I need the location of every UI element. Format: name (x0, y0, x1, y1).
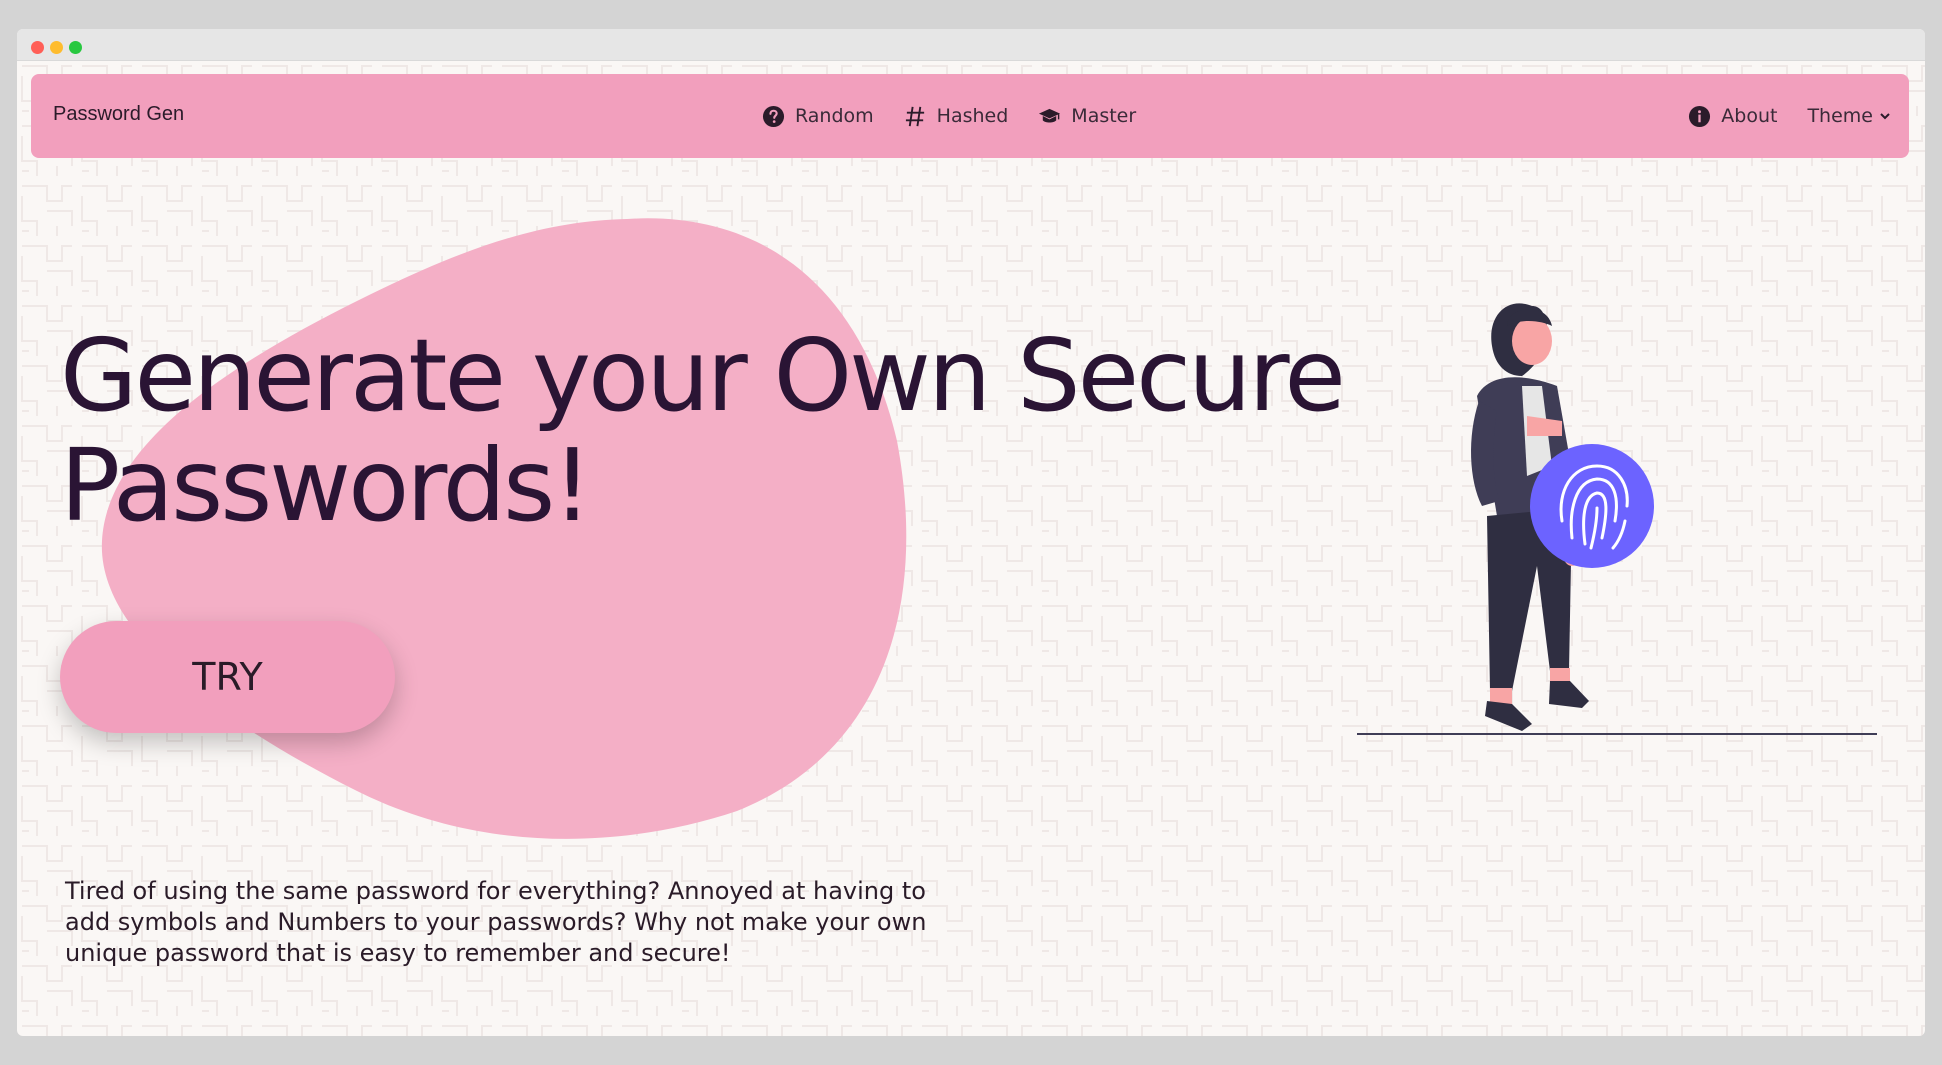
maximize-window-button[interactable] (69, 41, 82, 54)
minimize-window-button[interactable] (50, 41, 63, 54)
hero-headline: Generate your Own Secure Passwords! (60, 317, 1346, 544)
woman-fingerprint-illustration (1357, 303, 1877, 735)
theme-dropdown-label: Theme (1807, 105, 1873, 127)
nav-hashed-link[interactable]: Hashed (904, 105, 1009, 128)
nav-master-label: Master (1071, 105, 1137, 127)
nav-about-label: About (1721, 105, 1778, 127)
page-content: Generate your Own Secure Passwords! TRY … (17, 61, 1925, 1036)
window-titlebar (17, 29, 1925, 61)
brand-logo-text[interactable]: Password Gen (53, 103, 184, 126)
nav-center-group: Random Hashed Master (762, 74, 1136, 158)
nav-right-group: About Theme (1688, 74, 1891, 158)
question-circle-icon (762, 105, 785, 127)
hashtag-icon (905, 106, 924, 126)
browser-window: Generate your Own Secure Passwords! TRY … (17, 29, 1925, 1036)
top-navbar: Password Gen Random Hashed Master About … (31, 74, 1909, 158)
nav-master-link[interactable]: Master (1038, 105, 1136, 128)
nav-about-link[interactable]: About (1688, 105, 1777, 128)
try-button[interactable]: TRY (60, 621, 395, 733)
graduation-cap-icon (1039, 108, 1061, 122)
nav-hashed-label: Hashed (936, 105, 1009, 127)
theme-dropdown[interactable]: Theme (1807, 105, 1891, 127)
close-window-button[interactable] (31, 41, 44, 54)
chevron-down-icon (1880, 113, 1890, 120)
nav-random-link[interactable]: Random (762, 105, 874, 128)
nav-random-label: Random (795, 105, 874, 127)
hero-description: Tired of using the same password for eve… (65, 877, 927, 967)
info-circle-icon (1689, 105, 1711, 127)
